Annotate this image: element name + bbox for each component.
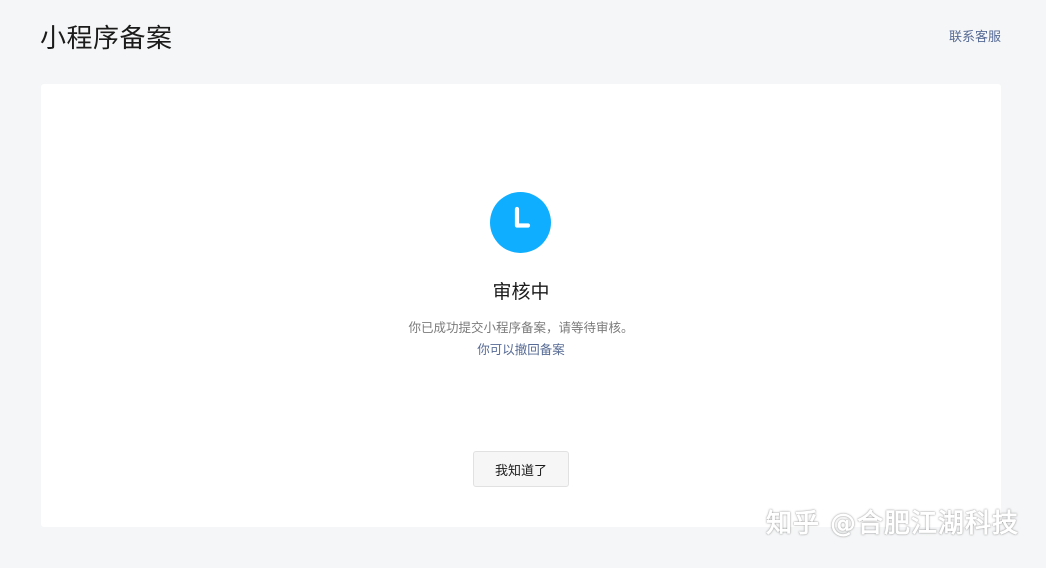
contact-support-link[interactable]: 联系客服 [949, 29, 1001, 47]
status-description-line: 你已成功提交小程序备案，请等待审核。 [408, 320, 634, 335]
withdraw-filing-link[interactable]: 你可以撤回备案 [41, 339, 1001, 361]
status-title: 审核中 [492, 281, 550, 303]
status-description: 你已成功提交小程序备案，请等待审核。 你可以撤回备案 [41, 317, 1001, 361]
clock-icon [490, 192, 551, 253]
acknowledge-button[interactable]: 我知道了 [473, 451, 569, 487]
watermark-text: 知乎 @合肥江湖科技 [765, 509, 1019, 539]
page-title: 小程序备案 [40, 24, 173, 54]
status-card: 审核中 你已成功提交小程序备案，请等待审核。 你可以撤回备案 我知道了 [41, 84, 1001, 527]
